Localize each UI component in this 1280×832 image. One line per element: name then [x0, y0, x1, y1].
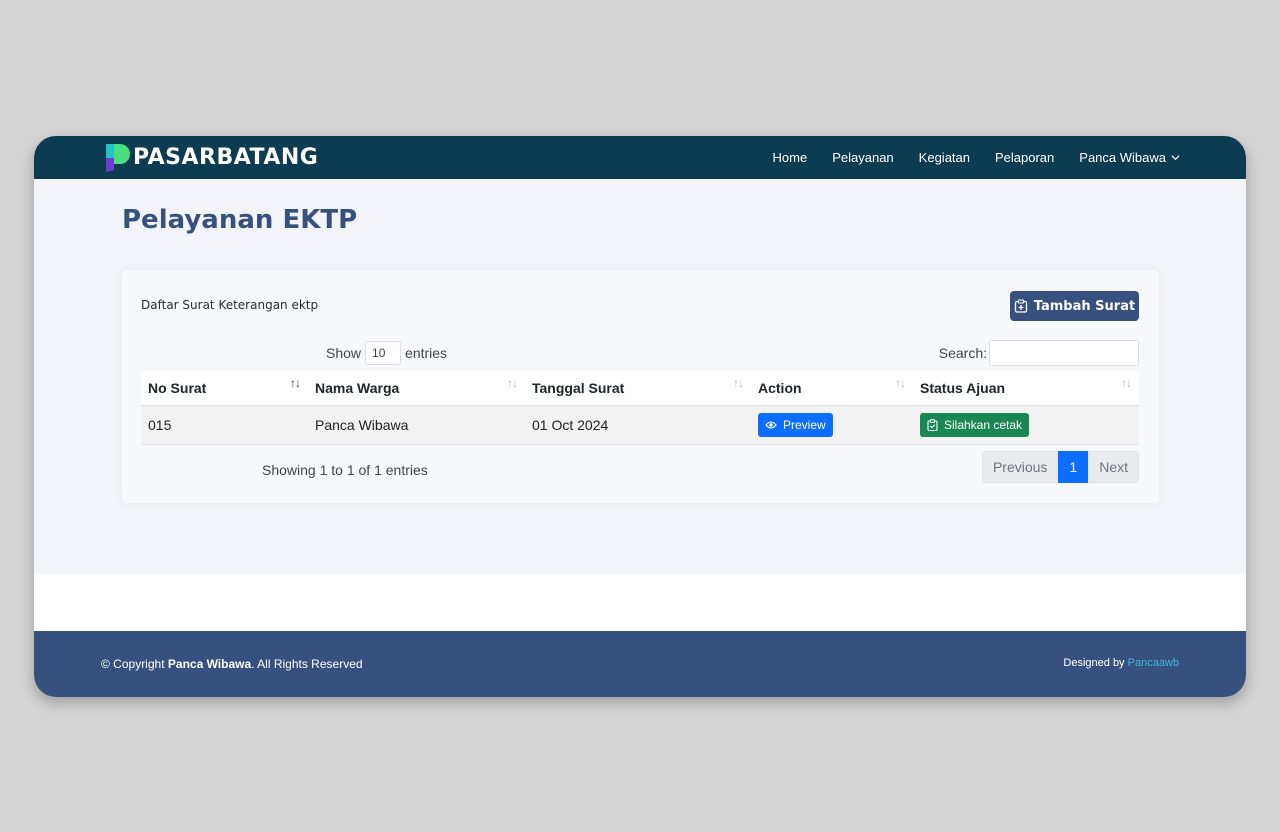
table-search: Search: — [939, 340, 1139, 366]
header-nama-warga[interactable]: Nama Warga ↑↓ — [308, 371, 525, 406]
page-title: Pelayanan EKTP — [122, 205, 358, 235]
cell-status: Silahkan cetak — [913, 405, 1139, 445]
search-input[interactable] — [989, 340, 1139, 366]
preview-button[interactable]: Preview — [758, 412, 833, 437]
header-action[interactable]: Action ↑↓ — [751, 371, 913, 406]
brand-logo[interactable]: PASARBATANG — [104, 142, 318, 172]
cell-no-surat: 015 — [141, 405, 308, 445]
app-window: PASARBATANG Home Pelayanan Kegiatan Pela… — [34, 136, 1246, 697]
main-content: Pelayanan EKTP Daftar Surat Keterangan e… — [34, 179, 1246, 574]
user-menu[interactable]: Panca Wibawa — [1079, 150, 1180, 165]
table-header-row: No Surat ↑↓ Nama Warga ↑↓ Tanggal Surat ↑↓ … — [141, 371, 1139, 406]
entries-label: entries — [405, 345, 448, 361]
navbar: PASARBATANG Home Pelayanan Kegiatan Pela… — [34, 136, 1246, 179]
chevron-down-icon — [1171, 155, 1180, 161]
add-document-icon — [1014, 299, 1027, 313]
pagination: Previous 1 Next — [981, 451, 1139, 483]
pagination-page-1[interactable]: 1 — [1058, 451, 1089, 483]
header-status-ajuan[interactable]: Status Ajuan ↑↓ — [913, 371, 1139, 406]
print-status-label: Silahkan cetak — [944, 417, 1023, 432]
sort-icon: ↑↓ — [507, 376, 518, 390]
card-title: Daftar Surat Keterangan ektp — [141, 298, 319, 312]
site-footer: © Copyright Panca Wibawa. All Rights Res… — [34, 631, 1246, 697]
header-tanggal-surat[interactable]: Tanggal Surat ↑↓ — [525, 371, 751, 406]
cell-action: Preview — [751, 405, 913, 445]
eye-icon — [765, 420, 777, 429]
preview-label: Preview — [783, 417, 826, 432]
entries-length: Show 10 entries — [326, 341, 447, 365]
copyright-text: © Copyright Panca Wibawa. All Rights Res… — [101, 657, 363, 671]
nav-home[interactable]: Home — [773, 150, 808, 165]
nav-kegiatan[interactable]: Kegiatan — [919, 150, 970, 165]
cell-nama-warga: Panca Wibawa — [308, 405, 525, 445]
header-no-surat[interactable]: No Surat ↑↓ — [141, 371, 308, 406]
table-row: 015 Panca Wibawa 01 Oct 2024 Preview Sil… — [141, 405, 1139, 445]
content-spacer — [34, 574, 1246, 631]
print-status-button[interactable]: Silahkan cetak — [920, 412, 1030, 437]
designer-link[interactable]: Pancaawb — [1128, 657, 1179, 669]
nav-pelayanan[interactable]: Pelayanan — [832, 150, 893, 165]
sort-icon: ↑↓ — [895, 376, 906, 390]
brand-name: PASARBATANG — [133, 144, 319, 170]
copyright-owner: Panca Wibawa — [167, 657, 252, 671]
letters-card: Daftar Surat Keterangan ektp Tambah Sura… — [122, 270, 1159, 503]
clipboard-check-icon — [927, 418, 938, 431]
cell-tanggal-surat: 01 Oct 2024 — [525, 405, 751, 445]
logo-icon — [104, 142, 134, 172]
add-letter-label: Tambah Surat — [1033, 298, 1136, 314]
search-label: Search: — [938, 345, 987, 361]
nav-pelaporan[interactable]: Pelaporan — [995, 150, 1054, 165]
sort-icon: ↑↓ — [733, 376, 744, 390]
sort-icon: ↑↓ — [290, 376, 301, 390]
entries-value: 10 — [372, 346, 386, 360]
designed-by: Designed by Pancaawb — [1063, 657, 1179, 669]
pagination-previous[interactable]: Previous — [981, 451, 1059, 483]
add-letter-button[interactable]: Tambah Surat — [1010, 291, 1139, 321]
show-label: Show — [326, 345, 362, 361]
entries-select[interactable]: 10 — [365, 341, 402, 365]
pagination-next[interactable]: Next — [1088, 451, 1139, 483]
table-info: Showing 1 to 1 of 1 entries — [262, 462, 428, 478]
user-menu-label: Panca Wibawa — [1079, 150, 1166, 165]
main-nav: Home Pelayanan Kegiatan Pelaporan Panca … — [748, 136, 1180, 179]
letters-table: No Surat ↑↓ Nama Warga ↑↓ Tanggal Surat ↑↓ … — [141, 371, 1139, 445]
sort-icon: ↑↓ — [1121, 376, 1132, 390]
